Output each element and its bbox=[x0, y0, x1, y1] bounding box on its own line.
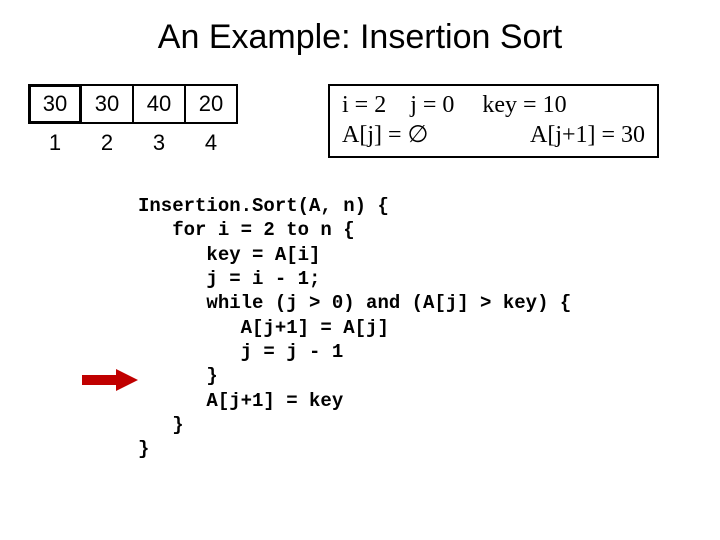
code-line: while (j > 0) and (A[j] > key) { bbox=[138, 292, 571, 314]
code-line: key = A[i] bbox=[138, 244, 320, 266]
pointer-arrow-icon bbox=[82, 369, 138, 391]
array-cell: 20 bbox=[184, 84, 238, 124]
array-index: 1 bbox=[28, 130, 82, 156]
code-line: for i = 2 to n { bbox=[138, 219, 355, 241]
code-line: Insertion.Sort(A, n) { bbox=[138, 195, 389, 217]
state-box: i = 2 j = 0 key = 10 A[j] = ∅ A[j+1] = 3… bbox=[328, 84, 659, 158]
code-block: Insertion.Sort(A, n) { for i = 2 to n { … bbox=[138, 194, 571, 461]
code-line: j = i - 1; bbox=[138, 268, 320, 290]
state-aj1: A[j+1] = 30 bbox=[530, 120, 645, 150]
array-block: 30 30 40 20 1 2 3 4 bbox=[28, 84, 238, 156]
array-index: 4 bbox=[184, 130, 238, 156]
state-ij: i = 2 j = 0 bbox=[342, 90, 454, 120]
code-line: } bbox=[138, 365, 218, 387]
code-line: j = j - 1 bbox=[138, 341, 343, 363]
array-cell: 40 bbox=[132, 84, 186, 124]
state-line-2: A[j] = ∅ A[j+1] = 30 bbox=[342, 120, 645, 150]
array-index: 3 bbox=[132, 130, 186, 156]
code-line: } bbox=[138, 438, 149, 460]
array-cell: 30 bbox=[28, 84, 82, 124]
code-line: A[j+1] = A[j] bbox=[138, 317, 389, 339]
array-index: 2 bbox=[80, 130, 134, 156]
state-line-1: i = 2 j = 0 key = 10 bbox=[342, 90, 645, 120]
code-line: A[j+1] = key bbox=[138, 390, 343, 412]
array-cell: 30 bbox=[80, 84, 134, 124]
index-row: 1 2 3 4 bbox=[28, 130, 238, 156]
state-key: key = 10 bbox=[482, 90, 566, 120]
state-aj: A[j] = ∅ bbox=[342, 120, 502, 150]
array-row: 30 30 40 20 bbox=[28, 84, 238, 124]
slide-title: An Example: Insertion Sort bbox=[0, 0, 720, 57]
code-line: } bbox=[138, 414, 184, 436]
